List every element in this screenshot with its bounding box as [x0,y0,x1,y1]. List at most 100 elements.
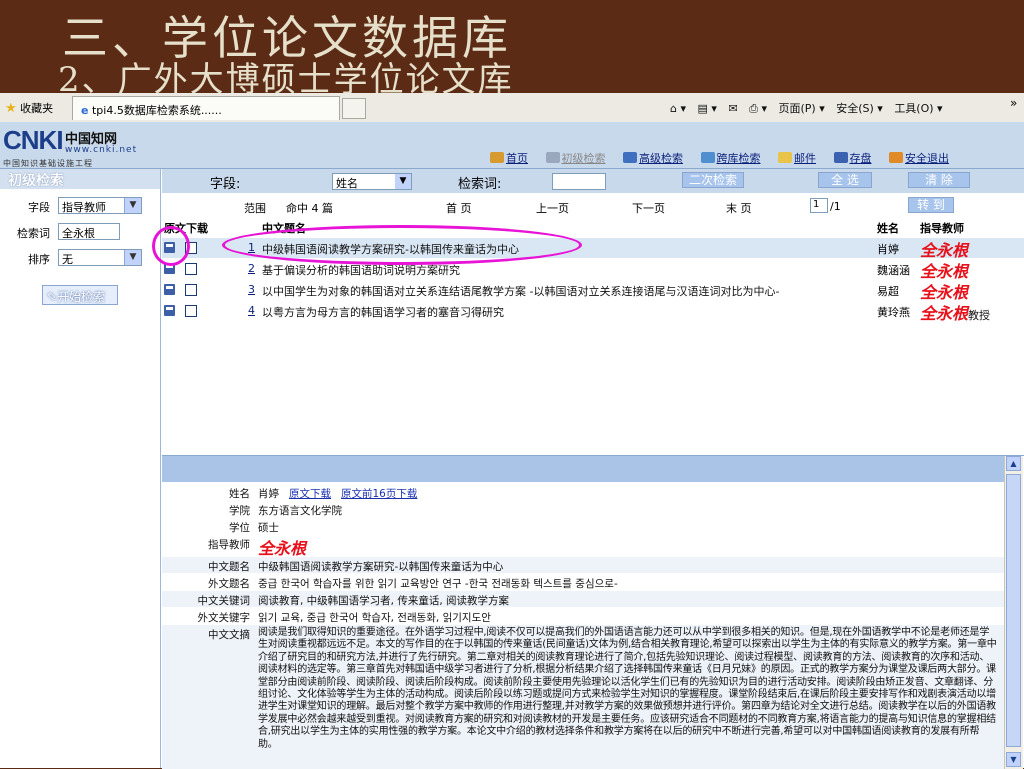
col-name: 姓名 [877,222,899,235]
detail-row-advisor: 指导教师 全永根 [208,539,307,558]
row-advisor: 全永根教授 [920,304,991,323]
page-menu[interactable]: 页面(P) ▾ [778,102,824,115]
browser-command-bar: ★ 收藏夹 e tpi4.5数据库检索系统...... ⌂ ▾ ▤ ▾ ✉ ⎙ … [0,93,1024,123]
detail-row-cn-keywords: 中文关键词 阅读教育, 中级韩国语学习者, 传来童话, 阅读教学方案 [162,591,1004,607]
first-page-link[interactable]: 首 页 [446,200,472,216]
home-icon[interactable]: ⌂ ▾ [670,102,686,115]
favorites-button[interactable]: ★ 收藏夹 [5,100,53,116]
row-checkbox[interactable] [185,284,197,296]
logo-subtitle: 中国知识基础设施工程 [3,159,93,168]
floppy-icon [833,152,848,163]
col-advisor: 指导教师 [920,222,964,235]
browser-tab[interactable]: e tpi4.5数据库检索系统...... [72,96,340,120]
scroll-up-icon[interactable]: ▲ [1006,456,1021,471]
browser-tab-title: tpi4.5数据库检索系统...... [91,104,222,117]
detail-header-bar [162,456,1004,482]
chevron-down-icon: ▼ [395,174,411,189]
left-search-panel: 初级检索 字段 指导教师 ▼ 检索词 全永根 排序 无 ▼ ✎开始检索 [0,169,161,768]
term-input[interactable]: 全永根 [58,223,120,240]
search-wand-icon: ✎ [47,290,58,304]
goto-page-button[interactable]: 转 到 [908,197,954,213]
start-search-button[interactable]: ✎开始检索 [42,285,118,305]
row-checkbox[interactable] [185,305,197,317]
full-text-download-link[interactable]: 原文下载 [289,488,331,500]
row-author: 易超 [877,285,899,298]
table-row[interactable]: 4 以粤方言为母方言的韩国语学习者的塞音习得研究 黄玲燕 全永根教授 [162,301,1024,323]
nav-home[interactable]: 首页 [490,152,528,165]
page-number-input[interactable]: 1 [810,198,828,213]
row-checkbox[interactable] [185,263,197,275]
download-icon[interactable] [164,284,175,295]
detail-row-cn-title: 中文题名 中级韩国语阅读教学方案研究-以韩国传来童话为中心 [162,557,1004,573]
left-panel-heading: 初级检索 [0,169,160,189]
first16-download-link[interactable]: 原文前16页下载 [341,488,417,500]
mail-icon[interactable]: ✉ [728,102,737,115]
tools-menu[interactable]: 工具(O) ▾ [894,102,942,115]
row-title[interactable]: 以中国学生为对象的韩国语对立关系连结语尾教学方案 -以韩国语对立关系连接语尾与汉… [262,283,779,299]
nav-cross-db-search[interactable]: 跨库检索 [700,152,761,165]
scroll-thumb[interactable] [1006,474,1021,747]
table-row[interactable]: 3 以中国学生为对象的韩国语对立关系连结语尾教学方案 -以韩国语对立关系连接语尾… [162,280,1024,302]
print-icon[interactable]: ⎙ ▾ [749,102,767,115]
nav-save[interactable]: 存盘 [833,152,872,165]
hit-count: 命中 4 篇 [286,202,333,215]
secondary-keyword-input[interactable] [552,173,606,190]
logout-icon [889,152,903,163]
secondary-search-bar: 字段: 姓名 ▼ 检索词: 二次检索 全 选 清 除 [162,169,1024,193]
scroll-down-icon[interactable]: ▼ [1006,752,1021,767]
row-author: 黄玲燕 [877,306,910,319]
slide-title-area: 三、学位论文数据库 2、广外大博硕士学位论文库 [0,0,1024,100]
range-label: 范围 [244,202,266,215]
logo-url: www.cnki.net [65,145,138,155]
secondary-field-select[interactable]: 姓名 ▼ [332,173,412,190]
row-number[interactable]: 3 [248,283,255,296]
download-icon[interactable] [164,305,175,316]
highlight-oval-annotation [222,225,582,265]
nav-advanced-search[interactable]: 高级检索 [623,152,683,165]
last-page-link[interactable]: 末 页 [726,200,752,216]
nav-basic-search[interactable]: 初级检索 [545,152,606,165]
row-number[interactable]: 2 [248,262,255,275]
row-number[interactable]: 4 [248,304,255,317]
term-label: 检索词 [17,227,50,240]
chevron-down-icon: ▼ [124,198,141,213]
detail-row-college: 学院 东方语言文化学院 [229,505,342,517]
app-header: CNKI 中国知网 www.cnki.net 中国知识基础设施工程 首页 初级检… [0,122,1024,169]
top-nav: 首页 初级检索 高级检索 跨库检索 邮件 存盘 安全退出 [490,150,963,166]
sort-label: 排序 [28,253,50,266]
pagination-row: 范围 命中 4 篇 首 页 上一页 下一页 末 页 1 /1 转 到 [162,197,1024,215]
detail-row-foreign-keywords: 外文关键字 읽기 교육, 중급 한국어 학습자, 전래동화, 읽기지도안 [197,612,491,624]
prev-page-link[interactable]: 上一页 [536,200,569,216]
row-title[interactable]: 以粤方言为母方言的韩国语学习者的塞音习得研究 [262,304,504,320]
detail-scrollbar[interactable]: ▲ ▼ [1004,456,1023,769]
select-all-button[interactable]: 全 选 [818,172,872,188]
record-detail-pane: 姓名 肖婷 原文下载 原文前16页下载 学院 东方语言文化学院 学位 硕士 指导教师… [162,455,1024,769]
table-row[interactable]: 2 基于偏误分析的韩国语助词说明方案研究 魏涵涵 全永根 [162,259,1024,281]
field-select[interactable]: 指导教师 ▼ [58,197,142,214]
browser-toolbar: ⌂ ▾ ▤ ▾ ✉ ⎙ ▾ 页面(P) ▾ 安全(S) ▾ 工具(O) ▾ [670,100,951,116]
row-author: 魏涵涵 [877,264,910,277]
feeds-icon[interactable]: ▤ ▾ [698,102,717,115]
detail-row-name: 姓名 肖婷 原文下载 原文前16页下载 [229,488,418,500]
database-icon [700,152,715,163]
envelope-icon [778,152,792,163]
home-icon [490,152,504,163]
highlight-circle-annotation [152,226,190,266]
search-icon [545,152,560,163]
star-icon: ★ [5,101,17,116]
sort-select[interactable]: 无 ▼ [58,249,142,266]
nav-mail[interactable]: 邮件 [778,152,816,165]
secondary-search-button[interactable]: 二次检索 [682,172,744,188]
new-tab-button[interactable] [342,98,366,119]
clear-button[interactable]: 清 除 [908,172,970,188]
toolbar-overflow-icon[interactable]: » [1010,96,1017,110]
binoculars-icon [623,152,637,163]
safety-menu[interactable]: 安全(S) ▾ [836,102,883,115]
chevron-down-icon: ▼ [124,250,141,265]
field-label: 字段 [28,201,50,214]
secondary-field-label: 字段: [210,177,241,192]
nav-logout[interactable]: 安全退出 [889,152,949,165]
abstract-text: 阅读是我们取得知识的重要途径。在外语学习过程中,阅读不仅可以提高我们的外国语语言… [258,627,997,750]
next-page-link[interactable]: 下一页 [632,200,665,216]
cnki-logo: CNKI 中国知网 www.cnki.net 中国知识基础设施工程 [3,125,139,168]
